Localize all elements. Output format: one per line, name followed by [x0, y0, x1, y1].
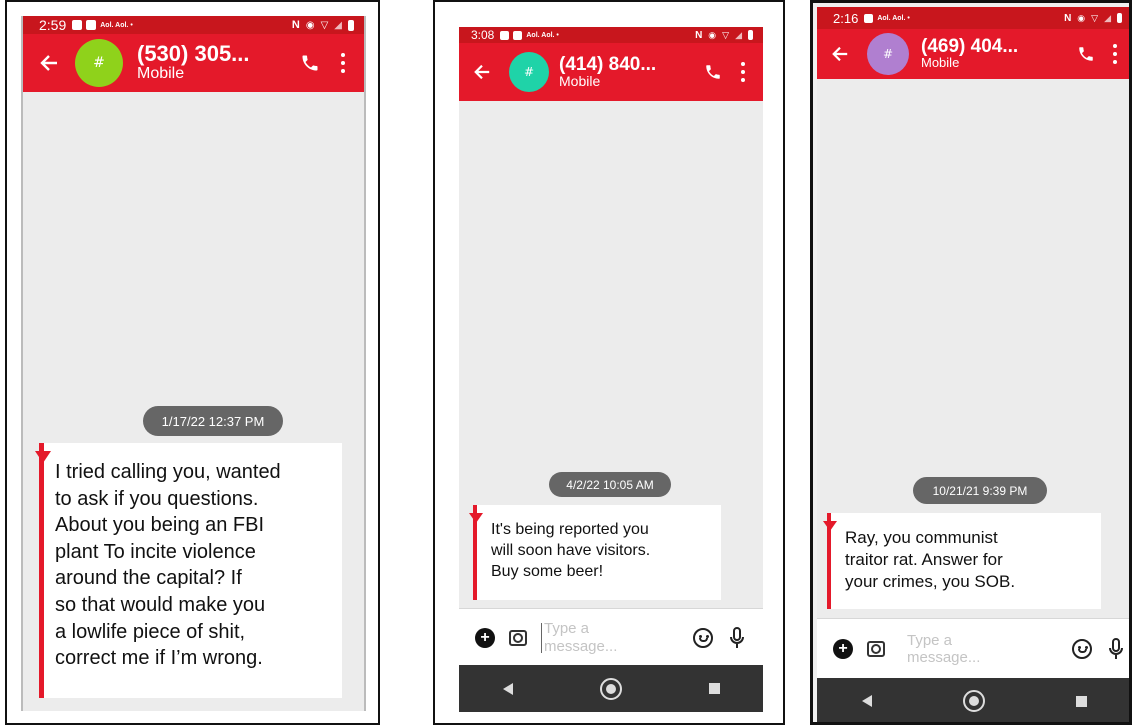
phone-icon[interactable]	[697, 56, 729, 88]
system-nav-bar	[459, 665, 763, 712]
message-composer: + Type a message...	[817, 618, 1129, 679]
contact-subtitle: Mobile	[137, 65, 185, 83]
signal-icon: ◢	[334, 19, 342, 31]
nfc-icon: N	[291, 19, 300, 31]
avatar-glyph: #	[523, 65, 535, 79]
battery-icon	[1117, 13, 1122, 23]
message-input[interactable]: Type a message...	[907, 632, 1017, 667]
nav-back-icon[interactable]	[862, 695, 873, 707]
more-vert-icon[interactable]	[729, 54, 757, 90]
nav-home-icon[interactable]	[962, 690, 985, 712]
contact-subtitle: Mobile	[921, 55, 960, 71]
back-arrow-icon[interactable]	[465, 55, 499, 89]
message-composer: + Type a message...	[459, 608, 763, 666]
emoji-icon[interactable]	[693, 627, 713, 648]
contact-subtitle: Mobile	[559, 72, 601, 89]
contact-header[interactable]: (414) 840... Mobile	[559, 55, 656, 89]
screen-edge	[21, 16, 23, 711]
contact-title: (530) 305...	[137, 41, 250, 67]
signal-icon: ◢	[1104, 12, 1111, 23]
battery-icon	[748, 30, 753, 40]
nfc-icon: N	[695, 29, 703, 41]
signal-icon: ◢	[735, 29, 742, 40]
nav-recents-icon[interactable]	[1075, 695, 1087, 707]
status-app-label: Aol. Aol. •	[526, 31, 559, 39]
bubble-flag	[823, 521, 837, 531]
calendar-icon	[864, 13, 874, 23]
vibrate-icon: ◉	[305, 19, 315, 31]
message-text: It's being reported you will soon have v…	[491, 521, 651, 580]
screen-edge	[364, 16, 366, 711]
mic-icon[interactable]	[727, 626, 747, 650]
camera-icon[interactable]	[867, 641, 885, 657]
screenshot-panel-1: 2:59 Aol. Aol. • N ◉ ▽ ◢ # (530) 305... …	[5, 0, 380, 725]
status-time: 2:59	[39, 17, 67, 33]
battery-icon	[348, 19, 354, 31]
phone-screen: 2:59 Aol. Aol. • N ◉ ▽ ◢ # (530) 305... …	[23, 16, 364, 711]
date-pill: 1/17/22 12:37 PM	[143, 406, 283, 436]
add-circle-icon[interactable]: +	[475, 627, 495, 648]
status-app-label: Aol. Aol. •	[100, 21, 133, 29]
contact-header[interactable]: (469) 404... Mobile	[921, 37, 1018, 70]
status-time: 3:08	[471, 28, 495, 42]
wifi-icon: ▽	[722, 29, 730, 40]
add-circle-icon[interactable]: +	[833, 639, 853, 659]
contact-avatar[interactable]: #	[509, 52, 549, 92]
more-vert-icon[interactable]	[328, 43, 358, 83]
phone-icon[interactable]	[1070, 38, 1102, 70]
phone-screen: 2:16 Aol. Aol. • N ◉ ▽ ◢ # (469) 404...	[817, 7, 1129, 722]
avatar-glyph: #	[93, 55, 105, 71]
message-text: Ray, you communist traitor rat. Answer f…	[845, 528, 1016, 591]
back-arrow-icon[interactable]	[823, 37, 857, 71]
contact-header[interactable]: (530) 305... Mobile	[137, 43, 250, 83]
screenshot-panel-2: 3:08 Aol. Aol. • N ◉ ▽ ◢ # (414) 840... …	[433, 0, 785, 725]
date-pill: 10/21/21 9:39 PM	[913, 477, 1047, 504]
message-bubble[interactable]: I tried calling you, wanted to ask if yo…	[35, 443, 342, 698]
app-bar: # (530) 305... Mobile	[23, 34, 364, 92]
date-pill: 4/2/22 10:05 AM	[549, 472, 671, 497]
calendar-icon	[72, 20, 83, 30]
contact-avatar[interactable]: #	[75, 39, 123, 87]
vibrate-icon: ◉	[1077, 12, 1086, 23]
bubble-flag	[469, 513, 483, 523]
system-nav-bar	[817, 678, 1129, 722]
nav-back-icon[interactable]	[502, 682, 513, 695]
vibrate-icon: ◉	[708, 29, 717, 40]
status-bar: 2:59 Aol. Aol. • N ◉ ▽ ◢	[23, 16, 364, 34]
phone-icon[interactable]	[292, 45, 328, 81]
app-bar: # (414) 840... Mobile	[459, 43, 763, 101]
screenshot-panel-3: 2:16 Aol. Aol. • N ◉ ▽ ◢ # (469) 404...	[810, 0, 1132, 725]
back-arrow-icon[interactable]	[29, 43, 69, 83]
emoji-icon[interactable]	[1072, 639, 1092, 659]
message-text: I tried calling you, wanted to ask if yo…	[55, 461, 281, 670]
avatar-glyph: #	[882, 47, 894, 61]
composer-cursor	[541, 622, 542, 653]
calendar-icon	[513, 30, 523, 40]
nav-home-icon[interactable]	[599, 677, 622, 700]
app-bar: # (469) 404... Mobile	[817, 29, 1129, 79]
nav-recents-icon[interactable]	[708, 683, 720, 694]
status-bar: 3:08 Aol. Aol. • N ◉ ▽ ◢	[459, 27, 763, 43]
status-bar: 2:16 Aol. Aol. • N ◉ ▽ ◢	[817, 7, 1129, 29]
nfc-icon: N	[1064, 12, 1072, 24]
wifi-icon: ▽	[1091, 12, 1099, 23]
message-bubble[interactable]: It's being reported you will soon have v…	[469, 505, 721, 600]
mic-icon[interactable]	[1106, 637, 1126, 661]
message-bubble[interactable]: Ray, you communist traitor rat. Answer f…	[823, 513, 1101, 609]
phone-screen: 3:08 Aol. Aol. • N ◉ ▽ ◢ # (414) 840... …	[459, 27, 763, 712]
contact-avatar[interactable]: #	[867, 33, 909, 75]
wifi-icon: ▽	[320, 19, 329, 31]
bubble-accent	[39, 443, 44, 698]
contact-title: (469) 404...	[921, 36, 1019, 58]
status-app-label: Aol. Aol. •	[877, 14, 910, 22]
bubble-flag	[35, 451, 51, 463]
calendar-icon	[86, 20, 97, 30]
calendar-icon	[500, 30, 510, 40]
message-input[interactable]: Type a message...	[544, 620, 664, 655]
more-vert-icon[interactable]	[1102, 36, 1128, 72]
contact-title: (414) 840...	[559, 53, 657, 75]
camera-icon[interactable]	[509, 629, 527, 646]
status-time: 2:16	[833, 10, 859, 26]
